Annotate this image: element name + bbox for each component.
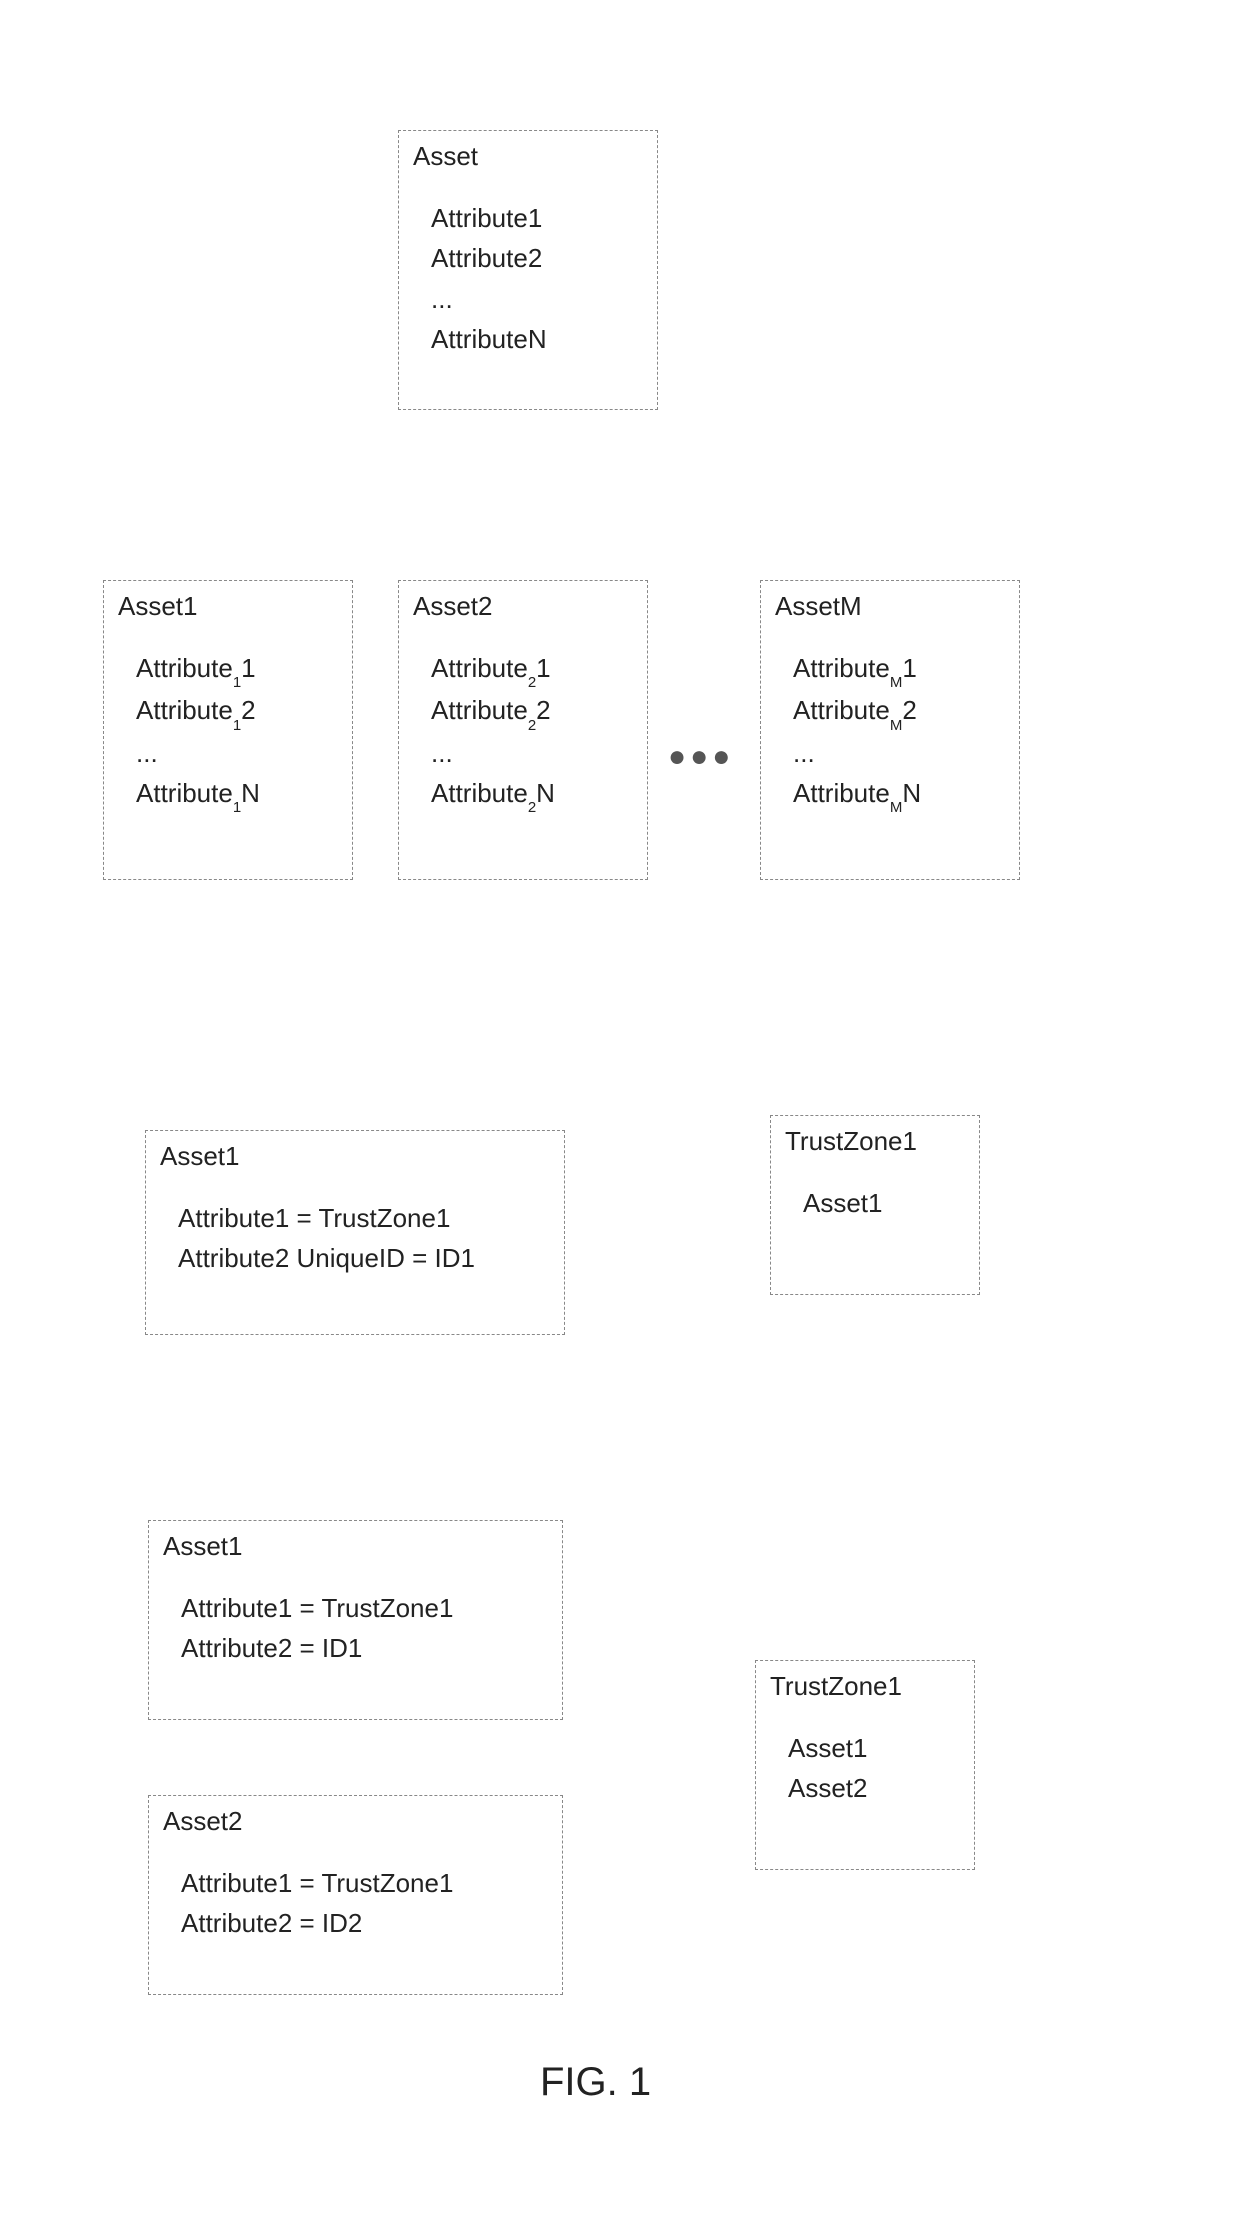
box-asset1-instance: Asset1 Attribute11 Attribute12 ... Attri…	[103, 580, 353, 880]
box-title: Asset1	[160, 1141, 550, 1172]
attr-line: Attribute2	[431, 238, 643, 278]
attr-prefix: Attribute	[793, 653, 890, 683]
attr-ellipsis: ...	[431, 279, 643, 319]
attr-prefix: Attribute	[136, 653, 233, 683]
attr-prefix: Attribute	[793, 778, 890, 808]
attr-line: Attribute1 = TrustZone1	[178, 1198, 550, 1238]
attr-suffix: 2	[241, 695, 255, 725]
box-assetM-instance: AssetM AttributeM1 AttributeM2 ... Attri…	[760, 580, 1020, 880]
attr-line: Attribute2 = ID2	[181, 1903, 548, 1943]
box-trustzone1-b: TrustZone1 Asset1 Asset2	[755, 1660, 975, 1870]
attr-line: Asset1	[803, 1183, 965, 1223]
attr-prefix: Attribute	[431, 778, 528, 808]
attr-suffix: 1	[536, 653, 550, 683]
box-title: Asset	[413, 141, 643, 172]
box-asset2-detail: Asset2 Attribute1 = TrustZone1 Attribute…	[148, 1795, 563, 1995]
attr-list: Asset1 Asset2	[788, 1728, 960, 1809]
attr-list: Attribute21 Attribute22 ... Attribute2N	[431, 648, 633, 816]
attr-suffix: 2	[536, 695, 550, 725]
attr-line: Attribute12	[136, 690, 338, 732]
attr-line: Attribute2N	[431, 773, 633, 815]
attr-list: AttributeM1 AttributeM2 ... AttributeMN	[793, 648, 1005, 816]
attr-subscript: 1	[233, 674, 241, 691]
attr-line: Attribute22	[431, 690, 633, 732]
attr-subscript: M	[890, 717, 903, 734]
attr-list: Attribute1 = TrustZone1 Attribute2 = ID2	[181, 1863, 548, 1944]
attr-list: Attribute1 Attribute2 ... AttributeN	[431, 198, 643, 359]
attr-line: AttributeM1	[793, 648, 1005, 690]
box-title: Asset2	[163, 1806, 548, 1837]
attr-subscript: 1	[233, 717, 241, 734]
box-asset1-detail: Asset1 Attribute1 = TrustZone1 Attribute…	[148, 1520, 563, 1720]
attr-list: Attribute11 Attribute12 ... Attribute1N	[136, 648, 338, 816]
attr-subscript: 1	[233, 799, 241, 816]
attr-suffix: N	[241, 778, 260, 808]
attr-prefix: Attribute	[431, 695, 528, 725]
attr-prefix: Attribute	[793, 695, 890, 725]
attr-line: Attribute2 = ID1	[181, 1628, 548, 1668]
box-title: Asset2	[413, 591, 633, 622]
box-title: TrustZone1	[770, 1671, 960, 1702]
box-title: TrustZone1	[785, 1126, 965, 1157]
attr-suffix: N	[902, 778, 921, 808]
box-trustzone1-a: TrustZone1 Asset1	[770, 1115, 980, 1295]
box-asset2-instance: Asset2 Attribute21 Attribute22 ... Attri…	[398, 580, 648, 880]
attr-ellipsis: ...	[793, 733, 1005, 773]
attr-prefix: Attribute	[136, 695, 233, 725]
ellipsis-dots: ●●●	[668, 740, 734, 774]
attr-list: Attribute1 = TrustZone1 Attribute2 = ID1	[181, 1588, 548, 1669]
attr-line: Asset1	[788, 1728, 960, 1768]
box-asset-template: Asset Attribute1 Attribute2 ... Attribut…	[398, 130, 658, 410]
attr-subscript: M	[890, 674, 903, 691]
attr-line: Asset2	[788, 1768, 960, 1808]
attr-subscript: 2	[528, 799, 536, 816]
attr-prefix: Attribute	[136, 778, 233, 808]
attr-list: Attribute1 = TrustZone1 Attribute2 Uniqu…	[178, 1198, 550, 1279]
figure-page: Asset Attribute1 Attribute2 ... Attribut…	[0, 0, 1240, 2224]
attr-line: Attribute2 UniqueID = ID1	[178, 1238, 550, 1278]
attr-subscript: 2	[528, 674, 536, 691]
attr-subscript: M	[890, 799, 903, 816]
box-asset1-trustzone-example: Asset1 Attribute1 = TrustZone1 Attribute…	[145, 1130, 565, 1335]
box-title: AssetM	[775, 591, 1005, 622]
figure-caption: FIG. 1	[540, 2060, 651, 2105]
attr-line: Attribute1	[431, 198, 643, 238]
attr-line: Attribute1 = TrustZone1	[181, 1588, 548, 1628]
attr-suffix: N	[536, 778, 555, 808]
attr-line: AttributeM2	[793, 690, 1005, 732]
attr-line: AttributeMN	[793, 773, 1005, 815]
attr-line: AttributeN	[431, 319, 643, 359]
attr-line: Attribute21	[431, 648, 633, 690]
attr-prefix: Attribute	[431, 653, 528, 683]
attr-line: Attribute1N	[136, 773, 338, 815]
attr-line: Attribute1 = TrustZone1	[181, 1863, 548, 1903]
attr-suffix: 2	[902, 695, 916, 725]
attr-list: Asset1	[803, 1183, 965, 1223]
attr-subscript: 2	[528, 717, 536, 734]
attr-suffix: 1	[241, 653, 255, 683]
attr-ellipsis: ...	[136, 733, 338, 773]
attr-line: Attribute11	[136, 648, 338, 690]
box-title: Asset1	[118, 591, 338, 622]
box-title: Asset1	[163, 1531, 548, 1562]
attr-ellipsis: ...	[431, 733, 633, 773]
attr-suffix: 1	[902, 653, 916, 683]
